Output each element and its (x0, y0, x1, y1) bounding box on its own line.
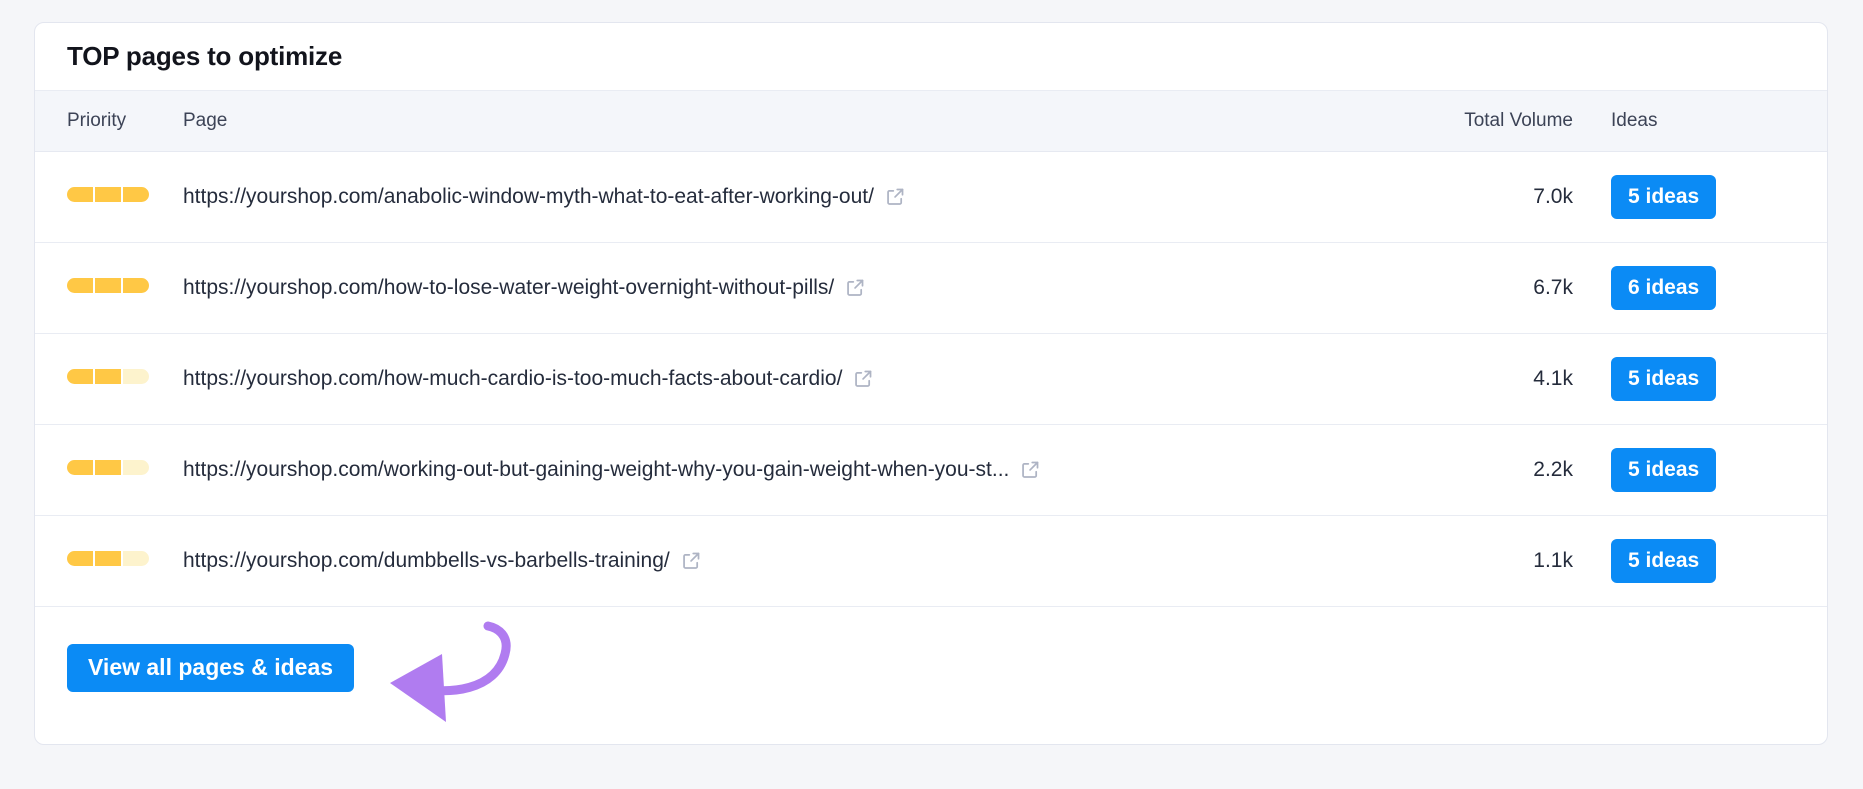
page-url[interactable]: https://yourshop.com/how-much-cardio-is-… (183, 367, 842, 391)
cell-ideas: 5 ideas (1607, 424, 1827, 516)
priority-segment (67, 186, 93, 202)
priority-segment (95, 277, 121, 293)
priority-segment (67, 550, 93, 566)
total-volume-value: 7.0k (1533, 184, 1573, 208)
card-footer: View all pages & ideas (35, 607, 1827, 729)
cell-page: https://yourshop.com/how-to-lose-water-w… (175, 242, 1347, 334)
table-row: https://yourshop.com/how-to-lose-water-w… (35, 242, 1827, 334)
top-pages-card: TOP pages to optimize Priority Page Tota… (34, 22, 1828, 745)
ideas-badge[interactable]: 5 ideas (1611, 447, 1717, 492)
priority-segment (67, 459, 93, 475)
external-link-icon[interactable] (885, 186, 906, 207)
external-link-icon[interactable] (1020, 459, 1041, 480)
cell-ideas: 5 ideas (1607, 515, 1827, 607)
cell-priority (35, 424, 175, 516)
page-url[interactable]: https://yourshop.com/how-to-lose-water-w… (183, 276, 834, 300)
total-volume-value: 1.1k (1533, 548, 1573, 572)
priority-bar (67, 186, 149, 202)
external-link-icon[interactable] (681, 550, 702, 571)
table-body: https://yourshop.com/anabolic-window-myt… (35, 151, 1827, 607)
cell-priority (35, 515, 175, 607)
priority-segment (95, 186, 121, 202)
total-volume-value: 2.2k (1533, 457, 1573, 481)
cell-page: https://yourshop.com/working-out-but-gai… (175, 424, 1347, 516)
page-url[interactable]: https://yourshop.com/anabolic-window-myt… (183, 185, 874, 209)
total-volume-value: 4.1k (1533, 366, 1573, 390)
page-title: TOP pages to optimize (67, 41, 343, 71)
ideas-badge[interactable]: 6 ideas (1611, 265, 1717, 310)
external-link-icon[interactable] (845, 277, 866, 298)
ideas-badge[interactable]: 5 ideas (1611, 356, 1717, 401)
view-all-pages-button[interactable]: View all pages & ideas (67, 643, 355, 692)
cell-total-volume: 1.1k (1347, 515, 1607, 607)
table-row: https://yourshop.com/dumbbells-vs-barbel… (35, 515, 1827, 607)
page-url[interactable]: https://yourshop.com/working-out-but-gai… (183, 458, 1009, 482)
priority-segment (123, 186, 149, 202)
cell-ideas: 5 ideas (1607, 151, 1827, 243)
cell-page: https://yourshop.com/dumbbells-vs-barbel… (175, 515, 1347, 607)
page-root: TOP pages to optimize Priority Page Tota… (0, 0, 1863, 789)
priority-segment (123, 550, 149, 566)
cell-page: https://yourshop.com/how-much-cardio-is-… (175, 333, 1347, 425)
cell-page: https://yourshop.com/anabolic-window-myt… (175, 151, 1347, 243)
priority-bar (67, 368, 149, 384)
priority-segment (67, 368, 93, 384)
cell-total-volume: 6.7k (1347, 242, 1607, 334)
column-header-total-volume: Total Volume (1347, 91, 1607, 152)
priority-segment (95, 368, 121, 384)
priority-bar (67, 277, 149, 293)
cell-ideas: 6 ideas (1607, 242, 1827, 334)
page-url[interactable]: https://yourshop.com/dumbbells-vs-barbel… (183, 549, 670, 573)
priority-segment (95, 550, 121, 566)
cell-priority (35, 151, 175, 243)
card-header: TOP pages to optimize (35, 23, 1827, 91)
ideas-badge[interactable]: 5 ideas (1611, 538, 1717, 583)
priority-segment (123, 459, 149, 475)
cell-priority (35, 333, 175, 425)
cell-ideas: 5 ideas (1607, 333, 1827, 425)
priority-bar (67, 459, 149, 475)
priority-segment (123, 368, 149, 384)
priority-bar (67, 550, 149, 566)
external-link-icon[interactable] (853, 368, 874, 389)
column-header-priority: Priority (35, 91, 175, 152)
ideas-badge[interactable]: 5 ideas (1611, 174, 1717, 219)
column-header-page: Page (175, 91, 1347, 152)
column-header-ideas: Ideas (1607, 91, 1827, 152)
table-header-row: Priority Page Total Volume Ideas (35, 91, 1827, 152)
top-pages-table: Priority Page Total Volume Ideas https:/… (35, 91, 1827, 607)
priority-segment (67, 277, 93, 293)
cell-total-volume: 2.2k (1347, 424, 1607, 516)
priority-segment (123, 277, 149, 293)
cell-priority (35, 242, 175, 334)
cell-total-volume: 4.1k (1347, 333, 1607, 425)
table-row: https://yourshop.com/anabolic-window-myt… (35, 151, 1827, 243)
table-header: Priority Page Total Volume Ideas (35, 91, 1827, 152)
cell-total-volume: 7.0k (1347, 151, 1607, 243)
total-volume-value: 6.7k (1533, 275, 1573, 299)
table-row: https://yourshop.com/working-out-but-gai… (35, 424, 1827, 516)
table-row: https://yourshop.com/how-much-cardio-is-… (35, 333, 1827, 425)
priority-segment (95, 459, 121, 475)
